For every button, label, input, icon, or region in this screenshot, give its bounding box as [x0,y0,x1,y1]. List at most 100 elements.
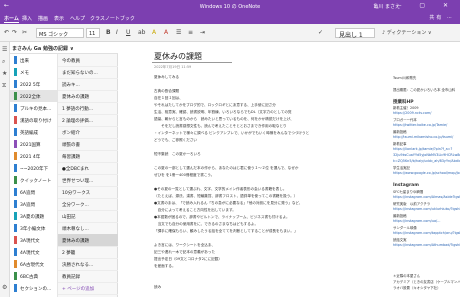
side-note-link[interactable]: https://www.google.co.jp/school/mop/Jobs… [393,171,460,175]
section-label: 6A古現代文 [20,263,44,268]
section-color-tab [14,212,17,220]
section-item[interactable]: 3A夏の課題 [10,210,58,222]
section-label: セクションの... [20,287,52,292]
side-note-line: 最新投稿 [393,214,407,218]
body-line: 語彙、朝からと言ものから 読みたいと思っているものを、何をかか精説だけを上げ、 [154,117,294,121]
favorites-icon[interactable]: ★ [2,70,7,77]
side-note-link[interactable]: 32ju9ksCuaYYd5yjoNbMV3Lic9HCRLw8n1Nl9s..… [393,153,460,157]
tab-help[interactable]: ヘルプ [70,15,85,22]
section-item[interactable]: 3年小編文体 [10,222,58,234]
notebook-name[interactable]: まさみん Ga 勉強の記録 ∨ [12,45,74,52]
notebook-header[interactable]: まさみん Ga 勉強の記録 ∨ [10,42,118,54]
highlight-color-icon[interactable]: A [152,29,156,36]
section-label: 3年小編文体 [20,227,46,232]
tab-insert[interactable]: 挿入 [22,15,32,22]
bold-button[interactable]: B [106,29,111,36]
section-item[interactable]: 2022全体 [10,90,58,102]
section-item[interactable]: 6BC古典 [10,270,58,282]
bullets-icon[interactable]: ☰ [176,29,181,36]
nav-toggle-icon[interactable]: ☰ [2,46,7,53]
font-family-select[interactable]: MS ゴシック [36,28,84,38]
section-item[interactable]: 2021国算 [10,138,58,150]
body-line: ●文書のまは、「で読み入れるん「ちの急がに必要なる」「他の対設にを見分に発う」な… [154,201,303,205]
section-item[interactable]: 出来 [10,54,58,66]
tab-view[interactable]: 表示 [54,15,64,22]
dictation-button[interactable]: ♪ ディクテーション ∨ [382,29,432,36]
side-note-line: 新着記事 [393,142,407,146]
body-line: 提出予定日（09文とコロナタ2にに記載） [154,257,222,261]
side-note-link[interactable]: https://lionlark.jp/tamie/?pin?f_a=? [393,147,452,151]
page-label: 夏休みの課題 [62,239,89,244]
undo-icon[interactable]: ↶ [4,29,9,36]
side-note-link[interactable]: https://2009.nctv.com/ [393,111,431,115]
section-color-tab [14,152,17,160]
body-line: （たとえば、源氏、漢書、短編集賞、辞書フロスト、語詳単を使ってこの書籍を扱う。） [154,194,298,198]
side-note-line: アカデミア（ときの友書店（ケーブルマンハ） [393,280,460,284]
section-label: メモ [20,71,29,76]
section-item[interactable]: 4A現代文 [10,246,58,258]
settings-icon[interactable]: ⚙ [2,284,7,291]
side-note-link[interactable]: https://instagram.com/Almas/Aside?igshid… [393,195,460,199]
section-item[interactable]: プルキの見本... [10,102,58,114]
side-note-line: Instagram [393,183,419,188]
section-color-tab [14,80,17,88]
recent-icon[interactable]: ⧖ [2,82,6,90]
cut-icon[interactable]: ✂ [22,29,27,36]
section-color-tab [14,188,17,196]
indent-icon[interactable]: ⇥ [200,29,205,36]
section-item[interactable]: メモ [10,66,58,78]
body-line: 読み [154,285,162,289]
section-item[interactable]: セクションの... [10,282,58,294]
section-item[interactable]: 漢語の取り付け [10,114,58,126]
italic-button[interactable]: I [116,29,118,36]
section-item[interactable]: 3A現代文 [10,234,58,246]
page-list: 今の教員 まだ知らないの... 読みキ... 夏休みの課題 1 夢語の行動... 2 論理… [58,54,118,297]
redo-icon[interactable]: ↷ [12,29,17,36]
section-label: プルキの見本... [20,107,52,112]
section-label: クイックノート [20,179,52,184]
share-button[interactable]: 共有 ⋯ [429,14,454,21]
side-note-link[interactable]: https://instagram.com/tapptch/aru/?igshi… [393,231,460,235]
section-item[interactable]: 3A追問 [10,198,58,210]
section-item[interactable]: 2021 4年 [10,150,58,162]
section-item[interactable]: 6A追問 [10,186,58,198]
side-note-link[interactable]: https://twitter.koike.co.jp/Tamie/ [393,123,447,127]
page-label: 毎習課題 [62,155,80,160]
section-item[interactable]: 6A古現代文 [10,258,58,270]
section-label: 漢語の取り付け [20,119,52,124]
highlight-button[interactable]: ab [138,29,146,36]
body-line: そをだし読書感想文性も、読んで考えたことそととおさまでき作用の取なとり [154,124,287,128]
section-item[interactable]: ~~2020年下 [10,162,58,174]
side-note-link[interactable]: https://instagram.com/ua/... [393,219,440,223]
tab-home[interactable]: ホーム [4,15,19,23]
section-color-tab [14,56,17,64]
window-controls[interactable]: — ▢ ✕ [395,2,456,9]
section-item[interactable]: 英語編成 [10,126,58,138]
section-label: 6A追問 [20,191,35,196]
body-line: 「課手に確保もらい、観みしたうる話を全ててを判断としてすることが成長をもまい。」 [154,229,298,233]
section-color-tab [14,236,17,244]
side-note-link[interactable]: https://instagram.com/Athumbad/?igshid=.… [393,243,460,247]
side-note-line: 研究実版 以前アクチラ [393,202,431,206]
section-item[interactable]: クイックノート [10,174,58,186]
section-color-tab [14,248,17,256]
style-select[interactable]: 見出し 1 [335,28,375,39]
side-note-link[interactable]: k=ZQ5Kn5/b/haiy/ucbb_ah/83yYn/Abdix... [393,159,460,163]
page-title[interactable]: 夏休みの課題 [154,51,202,62]
navigation-rail: ☰ ⌕ ★ ⧖ ⚙ [0,42,10,297]
todo-tag-icon[interactable]: ✓ [318,29,323,36]
side-note-link[interactable]: https://instagram.com/uklurhiuko/?igshid… [393,207,460,211]
page-canvas[interactable]: 夏休みの課題 2022年7月19日 11:59 夏休みしてみる 古典の割合課題 自在… [118,42,460,297]
numbering-icon[interactable]: ≡ [188,29,193,36]
font-size-select[interactable]: 11 [86,28,100,38]
side-note-link[interactable]: http://tsumi.mikamisho.co.jp/tsumi/ [393,135,453,139]
section-item[interactable]: 2022 5年 [10,78,58,90]
tab-class-notebook[interactable]: クラスノートブック [90,15,135,22]
search-icon[interactable]: ⌕ [2,58,5,66]
page-label: まだ知らないの... [62,71,98,76]
font-color-icon[interactable]: A [164,29,168,36]
add-page-button[interactable]: + ページの追加 [58,282,118,295]
underline-button[interactable]: U [126,29,130,36]
tab-draw[interactable]: 描画 [38,15,48,22]
body-line: やそれはたしてかをブログ的で、ロックロギとにあ意する、上手使に記さ分 [154,103,276,107]
